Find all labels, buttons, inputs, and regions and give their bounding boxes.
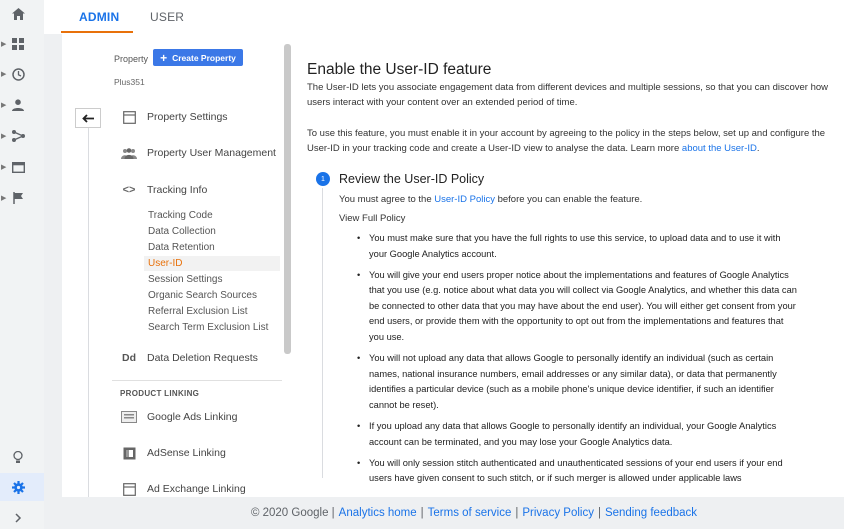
property-name[interactable]: Plus351: [114, 77, 145, 87]
footer-copyright: © 2020 Google |: [250, 507, 335, 519]
gear-icon[interactable]: [10, 479, 26, 495]
people-icon: [121, 146, 137, 160]
sub-item-data-collection[interactable]: Data Collection: [148, 226, 216, 237]
footer-separator: |: [597, 507, 601, 519]
step-connector-line: [322, 188, 323, 478]
user-id-policy-link[interactable]: User-ID Policy: [434, 194, 495, 205]
footer-terms-link[interactable]: Terms of service: [428, 507, 512, 519]
footer-separator: |: [515, 507, 519, 519]
caret-right-icon: ▶: [1, 195, 7, 202]
sub-item-session-settings[interactable]: Session Settings: [148, 274, 223, 285]
nav-adsense-linking[interactable]: AdSense Linking: [121, 446, 226, 460]
step-title: Review the User-ID Policy: [339, 172, 485, 186]
nav-ad-exchange-linking-label: Ad Exchange Linking: [147, 483, 246, 495]
setup-text: To use this feature, you must enable it …: [307, 126, 837, 156]
person-icon[interactable]: [10, 97, 26, 113]
intro-text: The User-ID lets you associate engagemen…: [307, 82, 829, 108]
caret-right-icon: ▶: [1, 102, 7, 109]
sub-item-data-retention[interactable]: Data Retention: [148, 242, 215, 253]
plus-icon: +: [160, 50, 168, 65]
section-divider: [112, 380, 282, 381]
create-property-label: Create Property: [172, 52, 236, 63]
data-deletion-icon: Dd: [122, 352, 136, 364]
footer-feedback-link[interactable]: Sending feedback: [605, 507, 697, 519]
caret-right-icon: ▶: [1, 164, 7, 171]
create-property-button[interactable]: + Create Property: [153, 49, 243, 66]
nav-property-settings[interactable]: Property Settings: [121, 110, 228, 124]
left-nav-rail: ▶ ▶ ▶ ▶ ▶ ▶: [0, 0, 44, 529]
dashboard-icon[interactable]: [10, 36, 26, 52]
flag-icon[interactable]: [10, 190, 26, 206]
ad-exchange-icon: [121, 482, 137, 496]
view-full-policy-toggle[interactable]: View Full Policy: [339, 213, 405, 224]
policy-bullet: You will give your end users proper noti…: [357, 268, 797, 346]
step-number-badge: 1: [316, 172, 330, 186]
settings-page-icon: [121, 110, 137, 124]
policy-bullet: If you upload any data that allows Googl…: [357, 419, 797, 450]
acquisition-icon[interactable]: [10, 128, 26, 144]
column-divider: [88, 128, 89, 498]
footer-analytics-home-link[interactable]: Analytics home: [339, 507, 417, 519]
nav-tracking-info[interactable]: <> Tracking Info: [121, 183, 208, 197]
nav-google-ads-linking[interactable]: Google Ads Linking: [121, 410, 237, 424]
nav-scrollbar[interactable]: [284, 44, 291, 354]
nav-data-deletion-requests[interactable]: Dd Data Deletion Requests: [121, 351, 258, 365]
nav-property-user-management[interactable]: Property User Management: [121, 146, 276, 160]
home-icon[interactable]: [10, 6, 26, 22]
page-footer: © 2020 Google | Analytics home | Terms o…: [44, 497, 844, 529]
top-tab-bar: ADMIN USER: [44, 0, 844, 34]
code-brackets-icon: <>: [122, 184, 136, 196]
expand-icon[interactable]: [10, 510, 26, 526]
clock-icon[interactable]: [10, 66, 26, 82]
setup-text-end: .: [756, 143, 760, 154]
step-description: You must agree to the User-ID Policy bef…: [339, 194, 642, 205]
sub-item-tracking-code[interactable]: Tracking Code: [148, 210, 213, 221]
back-button[interactable]: [75, 108, 101, 128]
sub-item-search-term-exclusion-list[interactable]: Search Term Exclusion List: [148, 322, 268, 333]
lightbulb-icon[interactable]: [10, 449, 26, 465]
footer-separator: |: [420, 507, 424, 519]
sub-item-organic-search-sources[interactable]: Organic Search Sources: [148, 290, 257, 301]
nav-tracking-info-label: Tracking Info: [147, 184, 208, 196]
step-description-pre: You must agree to the: [339, 194, 432, 205]
arrow-left-icon: [82, 113, 94, 123]
caret-right-icon: ▶: [1, 71, 7, 78]
caret-right-icon: ▶: [1, 41, 7, 48]
policy-bullet: You must make sure that you have the ful…: [357, 231, 797, 262]
nav-property-user-management-label: Property User Management: [147, 147, 276, 159]
caret-right-icon: ▶: [1, 133, 7, 140]
tab-active-indicator: [61, 31, 133, 33]
nav-ad-exchange-linking[interactable]: Ad Exchange Linking: [121, 482, 246, 496]
step-description-post: before you can enable the feature.: [497, 194, 643, 205]
property-label: Property: [114, 54, 149, 64]
sub-item-referral-exclusion-list[interactable]: Referral Exclusion List: [148, 306, 247, 317]
footer-privacy-link[interactable]: Privacy Policy: [522, 507, 594, 519]
about-user-id-link[interactable]: about the User-ID: [682, 143, 757, 154]
policy-bullet: You will only session stitch authenticat…: [357, 456, 797, 487]
policy-bullet-list: You must make sure that you have the ful…: [357, 231, 797, 492]
nav-google-ads-linking-label: Google Ads Linking: [147, 411, 238, 423]
nav-adsense-linking-label: AdSense Linking: [147, 447, 226, 459]
product-linking-heading: PRODUCT LINKING: [120, 389, 200, 398]
google-ads-icon: [121, 410, 137, 424]
tab-admin[interactable]: ADMIN: [79, 10, 119, 24]
nav-property-settings-label: Property Settings: [147, 111, 228, 123]
tab-user[interactable]: USER: [150, 10, 184, 24]
page-title: Enable the User-ID feature: [307, 61, 492, 78]
sub-item-user-id[interactable]: User-ID: [148, 258, 182, 269]
adsense-icon: [121, 446, 137, 460]
behavior-icon[interactable]: [10, 159, 26, 175]
policy-bullet: You will not upload any data that allows…: [357, 351, 797, 413]
nav-data-deletion-label: Data Deletion Requests: [147, 352, 258, 364]
